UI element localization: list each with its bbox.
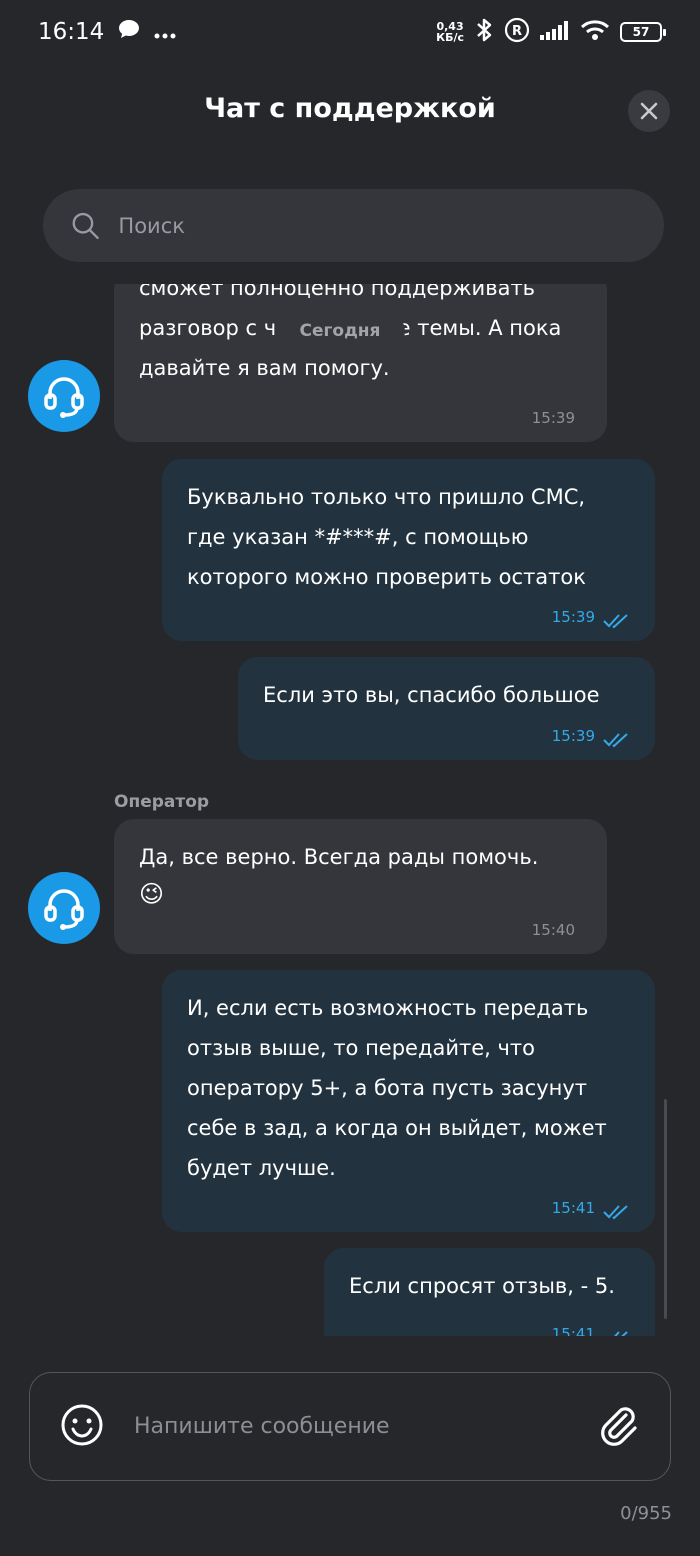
message-time: 15:41 [551,1199,595,1217]
close-button[interactable] [628,90,670,132]
emoji-icon [61,1404,103,1445]
message-time: 15:39 [551,727,595,745]
character-counter: 0/955 [620,1503,672,1524]
message-input[interactable] [132,1413,568,1440]
close-icon [640,102,658,120]
message-text: И, если есть возможность передать отзыв … [187,996,607,1180]
registered-icon: R [504,17,530,47]
wifi-icon [580,19,610,45]
battery-level: 57 [632,25,650,39]
message-time: 15:41 [551,1325,595,1337]
avatar [28,360,100,432]
operator-message[interactable]: сможет полноценно поддерживать разговор … [114,284,607,442]
bluetooth-icon [474,17,494,47]
double-check-icon [603,1205,628,1220]
search-input[interactable] [116,212,636,239]
message-composer[interactable] [29,1372,671,1481]
emoji-button[interactable] [60,1403,104,1451]
chat-header: Чат с поддержкой [0,78,700,138]
double-check-icon [603,733,628,748]
double-check-icon [614,1331,628,1336]
user-message[interactable]: Если спросят отзыв, - 5. 15:41 [324,1248,655,1336]
attach-button[interactable] [596,1403,640,1451]
network-speed-unit: КБ/с [436,31,464,44]
message-time: 15:39 [551,608,595,626]
message-time: 15:40 [531,921,575,939]
headset-icon [44,889,84,930]
message-text: Если спросят отзыв, - 5. [349,1274,615,1298]
search-bar[interactable] [43,189,664,262]
message-text: Буквально только что пришло СМС, где ука… [187,485,586,589]
speech-bubble-icon [118,19,140,45]
date-separator: Сегодня [275,314,405,348]
more-dots-icon [154,19,176,45]
clock: 16:14 [38,19,105,45]
signal-icon [540,20,570,44]
message-text: Да, все верно. Всегда рады помочь. [139,845,539,869]
message-emoji: 😉 [139,880,165,908]
paperclip-icon [601,1406,637,1446]
network-speed: 0,43 КБ/с [436,21,464,43]
double-check-icon [603,614,628,629]
battery-icon: 57 [620,22,666,42]
message-time: 15:39 [531,409,575,427]
user-message[interactable]: И, если есть возможность передать отзыв … [162,970,655,1232]
scrollbar[interactable] [664,1099,667,1319]
search-icon [72,212,99,239]
sender-name: Оператор [114,792,210,812]
avatar [28,872,100,944]
headset-icon [44,377,84,418]
page-title: Чат с поддержкой [204,92,496,124]
operator-message[interactable]: Да, все верно. Всегда рады помочь. 😉 15:… [114,819,607,954]
user-message[interactable]: Если это вы, спасибо большое 15:39 [238,657,655,760]
svg-text:R: R [512,24,522,39]
message-text: Если это вы, спасибо большое [263,683,600,707]
status-bar: 16:14 0,43 КБ/с R 57 [0,0,700,64]
user-message[interactable]: Буквально только что пришло СМС, где ука… [162,459,655,641]
message-list[interactable]: сможет полноценно поддерживать разговор … [0,284,700,1336]
